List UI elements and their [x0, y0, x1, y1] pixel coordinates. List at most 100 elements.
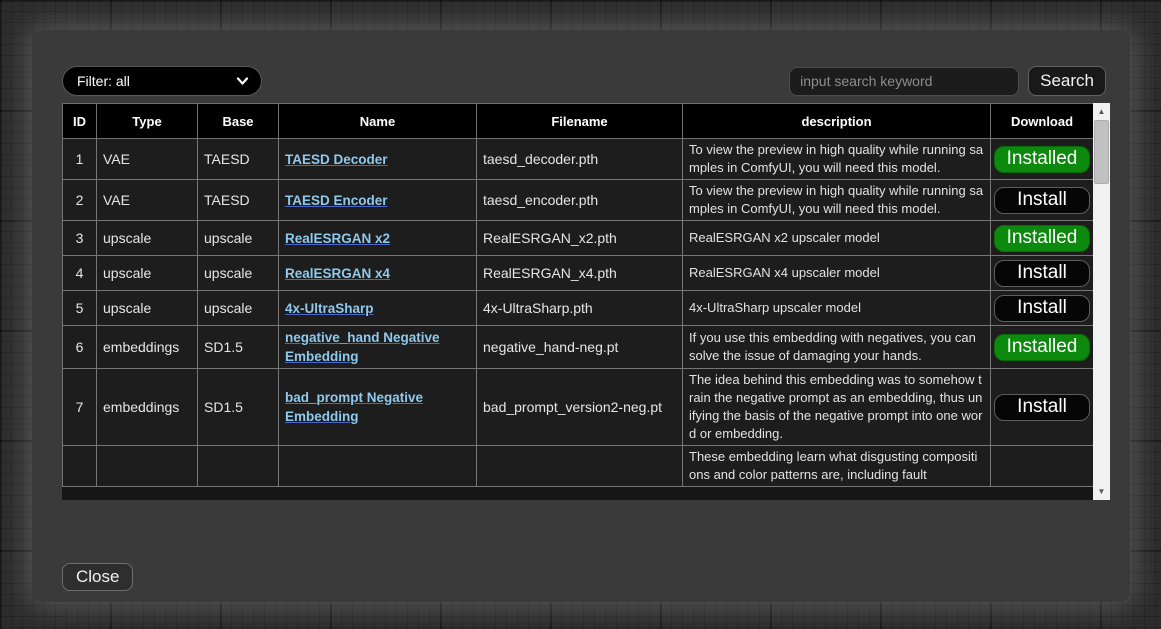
cell-id: 7 — [63, 369, 97, 446]
cell-name: 4x-UltraSharp — [279, 291, 477, 326]
scrollbar-up-icon[interactable]: ▲ — [1093, 104, 1110, 119]
cell-description: RealESRGAN x2 upscaler model — [683, 221, 991, 256]
table-header-row: IDTypeBaseNameFilenamedescriptionDownloa… — [63, 104, 1094, 139]
cell-name: RealESRGAN x4 — [279, 256, 477, 291]
model-table-viewport: IDTypeBaseNameFilenamedescriptionDownloa… — [62, 103, 1093, 500]
cell-description: If you use this embedding with negatives… — [683, 326, 991, 369]
table-row: 7embeddingsSD1.5bad_prompt Negative Embe… — [63, 369, 1094, 446]
cell-base: TAESD — [198, 139, 279, 180]
cell-description: 4x-UltraSharp upscaler model — [683, 291, 991, 326]
cell-filename: RealESRGAN_x4.pth — [477, 256, 683, 291]
cell-filename: 4x-UltraSharp.pth — [477, 291, 683, 326]
column-header-base: Base — [198, 104, 279, 139]
column-header-download: Download — [991, 104, 1094, 139]
installed-button[interactable]: Installed — [994, 334, 1090, 361]
cell-id — [63, 446, 97, 487]
filter-select[interactable]: Filter: all — [62, 66, 262, 96]
cell-download — [991, 446, 1094, 487]
cell-filename: bad_prompt_version2-neg.pt — [477, 369, 683, 446]
search-input[interactable] — [789, 67, 1019, 96]
cell-description: To view the preview in high quality whil… — [683, 139, 991, 180]
cell-base: SD1.5 — [198, 369, 279, 446]
model-name-link[interactable]: negative_hand Negative Embedding — [285, 330, 440, 364]
column-header-description: description — [683, 104, 991, 139]
filter-select-label: Filter: all — [77, 73, 130, 89]
column-header-filename: Filename — [477, 104, 683, 139]
cell-filename: taesd_decoder.pth — [477, 139, 683, 180]
table-row: 5upscaleupscale4x-UltraSharp4x-UltraShar… — [63, 291, 1094, 326]
cell-download: Install — [991, 256, 1094, 291]
cell-type: embeddings — [97, 326, 198, 369]
model-name-link[interactable]: TAESD Decoder — [285, 152, 388, 167]
install-button[interactable]: Install — [994, 394, 1090, 421]
scrollbar-down-icon[interactable]: ▼ — [1093, 484, 1110, 499]
table-row: 4upscaleupscaleRealESRGAN x4RealESRGAN_x… — [63, 256, 1094, 291]
search-button[interactable]: Search — [1028, 66, 1106, 96]
model-name-link[interactable]: bad_prompt Negative Embedding — [285, 390, 423, 424]
cell-download: Install — [991, 180, 1094, 221]
cell-name — [279, 446, 477, 487]
install-button[interactable]: Install — [994, 187, 1090, 214]
cell-type: VAE — [97, 180, 198, 221]
cell-base: TAESD — [198, 180, 279, 221]
table-row: These embedding learn what disgusting co… — [63, 446, 1094, 487]
column-header-name: Name — [279, 104, 477, 139]
cell-name: TAESD Encoder — [279, 180, 477, 221]
cell-description: These embedding learn what disgusting co… — [683, 446, 991, 487]
model-name-link[interactable]: TAESD Encoder — [285, 193, 388, 208]
cell-filename — [477, 446, 683, 487]
installed-button[interactable]: Installed — [994, 146, 1090, 173]
table-scrollbar[interactable]: ▲ ▼ — [1093, 103, 1110, 500]
cell-download: Installed — [991, 326, 1094, 369]
model-table: IDTypeBaseNameFilenamedescriptionDownloa… — [62, 103, 1093, 487]
cell-name: RealESRGAN x2 — [279, 221, 477, 256]
cell-description: The idea behind this embedding was to so… — [683, 369, 991, 446]
cell-name: negative_hand Negative Embedding — [279, 326, 477, 369]
installed-button[interactable]: Installed — [994, 225, 1090, 252]
cell-download: Installed — [991, 221, 1094, 256]
install-button[interactable]: Install — [994, 260, 1090, 287]
model-name-link[interactable]: RealESRGAN x2 — [285, 231, 390, 246]
table-row: 3upscaleupscaleRealESRGAN x2RealESRGAN_x… — [63, 221, 1094, 256]
cell-download: Install — [991, 369, 1094, 446]
cell-base: SD1.5 — [198, 326, 279, 369]
model-name-link[interactable]: RealESRGAN x4 — [285, 266, 390, 281]
cell-type — [97, 446, 198, 487]
cell-id: 3 — [63, 221, 97, 256]
cell-download: Install — [991, 291, 1094, 326]
cell-id: 5 — [63, 291, 97, 326]
cell-name: TAESD Decoder — [279, 139, 477, 180]
close-button[interactable]: Close — [62, 563, 133, 591]
search-bar: Search — [789, 66, 1106, 96]
scrollbar-thumb[interactable] — [1094, 120, 1109, 184]
model-table-area: IDTypeBaseNameFilenamedescriptionDownloa… — [62, 103, 1110, 500]
model-table-body: 1VAETAESDTAESD Decodertaesd_decoder.pthT… — [63, 139, 1094, 487]
cell-id: 6 — [63, 326, 97, 369]
chevron-down-icon — [236, 77, 249, 86]
cell-type: VAE — [97, 139, 198, 180]
cell-id: 2 — [63, 180, 97, 221]
cell-download: Installed — [991, 139, 1094, 180]
cell-type: embeddings — [97, 369, 198, 446]
cell-filename: negative_hand-neg.pt — [477, 326, 683, 369]
install-button[interactable]: Install — [994, 295, 1090, 322]
table-row: 2VAETAESD TAESD Encoder taesd_encoder.pthT… — [63, 180, 1094, 221]
model-name-link[interactable]: 4x-UltraSharp — [285, 301, 374, 316]
cell-base: upscale — [198, 256, 279, 291]
cell-type: upscale — [97, 221, 198, 256]
table-row: 6embeddingsSD1.5negative_hand Negative E… — [63, 326, 1094, 369]
install-models-dialog: Filter: all Search IDTypeBaseNameFilenam… — [32, 30, 1130, 602]
cell-base — [198, 446, 279, 487]
cell-name: bad_prompt Negative Embedding — [279, 369, 477, 446]
cell-base: upscale — [198, 221, 279, 256]
cell-id: 1 — [63, 139, 97, 180]
column-header-type: Type — [97, 104, 198, 139]
cell-filename: RealESRGAN_x2.pth — [477, 221, 683, 256]
cell-base: upscale — [198, 291, 279, 326]
cell-description: RealESRGAN x4 upscaler model — [683, 256, 991, 291]
cell-description: To view the preview in high quality whil… — [683, 180, 991, 221]
column-header-id: ID — [63, 104, 97, 139]
cell-type: upscale — [97, 291, 198, 326]
cell-type: upscale — [97, 256, 198, 291]
cell-filename: taesd_encoder.pth — [477, 180, 683, 221]
